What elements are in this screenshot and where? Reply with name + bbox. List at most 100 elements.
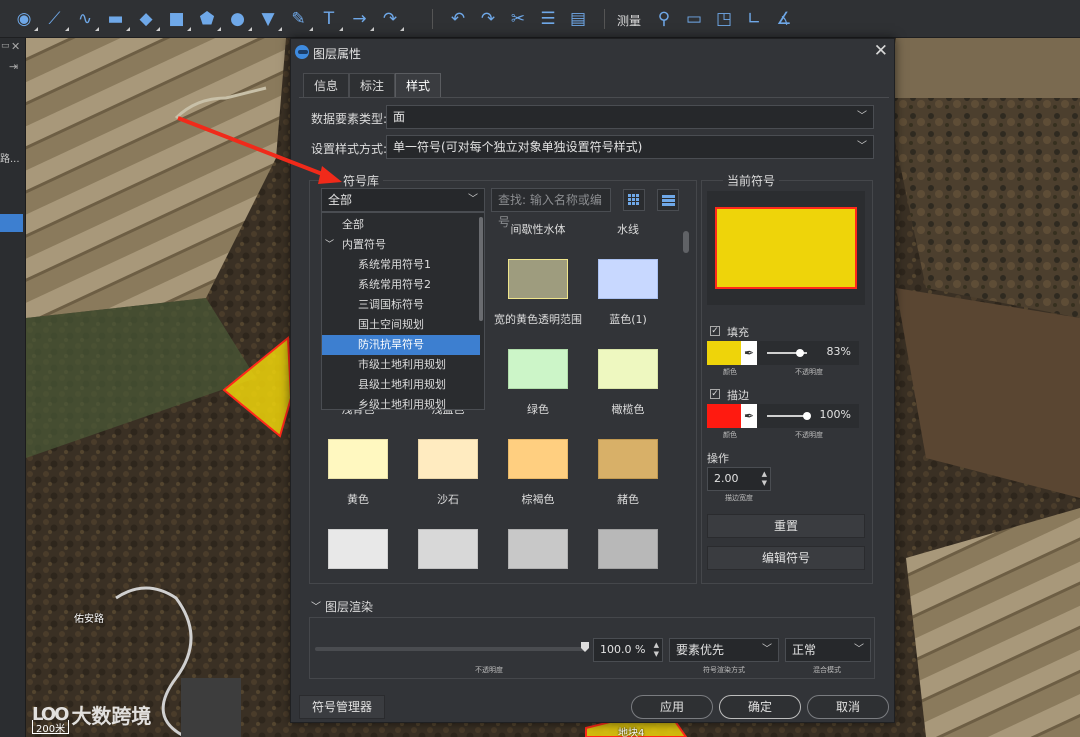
curve-draw-icon[interactable]: ∿ [71,4,99,34]
style-mode-select[interactable]: 单一符号(可对每个独立对象单独设置符号样式) ﹀ [386,135,874,159]
symbol-swatch [598,349,658,389]
pin-icon[interactable]: ▭ [1,41,10,51]
symbol-label: 绿色 [527,403,549,416]
symbol-manager-button[interactable]: 符号管理器 [299,695,385,719]
chevron-down-icon[interactable]: ﹀ [311,598,321,613]
scissors-icon[interactable]: ✂ [504,4,532,34]
dropdown-item[interactable]: ﹀ 内置符号 [322,235,480,255]
measure-azimuth-icon[interactable]: ∡ [770,4,798,34]
render-mode-select[interactable]: 要素优先 ﹀ [669,638,779,662]
document-icon[interactable]: ▤ [564,4,592,34]
collapse-panel-icon[interactable]: ⇥ [9,60,18,73]
ok-button[interactable]: 确定 [719,695,801,719]
symbol-search-input[interactable]: 查找: 输入名称或编号 [491,188,611,229]
stroke-color-swatch[interactable] [707,404,741,428]
cancel-button[interactable]: 取消 [807,695,889,719]
symbol-item[interactable] [493,529,583,579]
dropdown-item[interactable]: 市级土地利用规划 [322,355,480,375]
measure-distance-icon[interactable]: ▭ [680,4,708,34]
dropdown-item[interactable]: 三调国标符号 [322,295,480,315]
symbol-item[interactable]: 宽的黄色透明范围 [493,259,583,339]
freehand-polygon-icon[interactable]: ◆ [132,4,160,34]
symbol-category-select[interactable]: 全部 ﹀ [321,188,485,212]
symbol-item[interactable] [403,529,493,579]
blend-mode-select[interactable]: 正常 ﹀ [785,638,871,662]
symbol-item[interactable]: 黄色 [313,439,403,519]
panel-item-selected[interactable] [0,214,23,232]
circle-draw-icon[interactable]: ● [224,4,252,34]
symbol-item[interactable]: 绿色 [493,349,583,429]
apply-button[interactable]: 应用 [631,695,713,719]
reset-button[interactable]: 重置 [707,514,865,538]
stroke-row: ✒ 100% [707,404,859,428]
dropdown-item[interactable]: 系统常用符号2 [322,275,480,295]
undo-icon[interactable]: ↶ [444,4,472,34]
stroke-opacity-slider[interactable] [767,415,807,417]
feature-type-select[interactable]: 面 ﹀ [386,105,874,129]
document-list-icon[interactable]: ☰ [534,4,562,34]
close-icon[interactable]: ✕ [11,40,20,53]
symbol-item[interactable]: 蓝色(1) [583,259,673,339]
dropdown-item[interactable]: 乡级土地利用规划 [322,395,480,415]
panel-item-truncated[interactable]: 路... [0,150,20,165]
spin-arrows-icon[interactable]: ▲ ▼ [762,470,767,488]
square-draw-icon[interactable]: ■ [163,4,191,34]
grid-view-button[interactable] [623,189,645,211]
symbol-swatch [418,439,478,479]
stroke-width-input[interactable]: 2.00 ▲ ▼ [707,467,771,491]
dropdown-item[interactable]: 国土空间规划 [322,315,480,335]
stroke-opacity-slider-knob[interactable] [803,412,811,420]
text-underline-icon[interactable]: ✎ [285,4,313,34]
dropdown-item[interactable]: 全部 [322,215,480,235]
eyedropper-icon[interactable]: ✒ [741,341,757,365]
symbol-item[interactable]: 赭色 [583,439,673,519]
symbol-item[interactable] [583,529,673,579]
symbol-item[interactable]: 棕褐色 [493,439,583,519]
rectangle-draw-icon[interactable]: ▬ [102,4,130,34]
layer-opacity-slider[interactable] [315,647,587,651]
stroke-checkbox[interactable]: ✓ [710,389,720,399]
eyedropper-icon[interactable]: ✒ [741,404,757,428]
fill-color-swatch[interactable] [707,341,741,365]
measure-point-icon[interactable]: ⚲ [650,4,678,34]
dropdown-item[interactable]: 县级土地利用规划 [322,375,480,395]
redo-icon[interactable]: ↷ [474,4,502,34]
measure-area-icon[interactable]: ◳ [710,4,738,34]
triangle-draw-icon[interactable]: ▼ [254,4,282,34]
fill-opacity-slider-knob[interactable] [796,349,805,357]
dropdown-item[interactable]: 防汛抗旱符号 [322,335,480,355]
point-marker-icon[interactable]: ◉ [10,4,38,34]
symbol-item[interactable]: 沙石 [403,439,493,519]
line-draw-icon[interactable]: ⟋ [41,4,69,34]
close-icon[interactable]: ✕ [874,41,888,61]
blend-mode-value: 正常 [792,643,817,657]
dialog-title-bar[interactable]: 图层属性 ✕ [291,39,894,65]
symbol-item[interactable]: 橄榄色 [583,349,673,429]
stroke-label: 描边 [727,389,749,402]
curved-arrow-icon[interactable]: ↷ [376,4,404,34]
symbol-item[interactable] [313,529,403,579]
spin-arrows-icon[interactable]: ▲ ▼ [654,641,659,659]
layer-opacity-input[interactable]: 100.0 % ▲ ▼ [593,638,663,662]
list-view-button[interactable] [657,189,679,211]
tab-0[interactable]: 信息 [303,73,349,97]
dropdown-indicator-icon [400,27,404,31]
pentagon-draw-icon[interactable]: ⬟ [193,4,221,34]
chevron-down-icon[interactable]: ﹀ [325,235,334,255]
watermark-text: 大数跨境 [71,704,152,728]
symbol-item[interactable]: 水线 [583,217,673,249]
edit-symbol-button[interactable]: 编辑符号 [707,546,865,570]
dropdown-item-label: 内置符号 [342,238,386,251]
dropdown-indicator-icon [64,27,69,31]
tab-2[interactable]: 样式 [395,73,441,97]
measure-angle-icon[interactable]: ∟ [740,4,768,34]
symbol-item[interactable]: 间歇性水体 [493,217,583,249]
tab-1[interactable]: 标注 [349,73,395,97]
symbol-category-value: 全部 [328,193,353,207]
dropdown-item[interactable]: 系统常用符号1 [322,255,480,275]
text-box-icon[interactable]: T [315,4,343,34]
dropdown-indicator-icon [369,27,374,31]
symbol-grid-scrollbar[interactable] [683,231,689,253]
arrow-draw-icon[interactable]: → [346,4,374,34]
fill-checkbox[interactable]: ✓ [710,326,720,336]
